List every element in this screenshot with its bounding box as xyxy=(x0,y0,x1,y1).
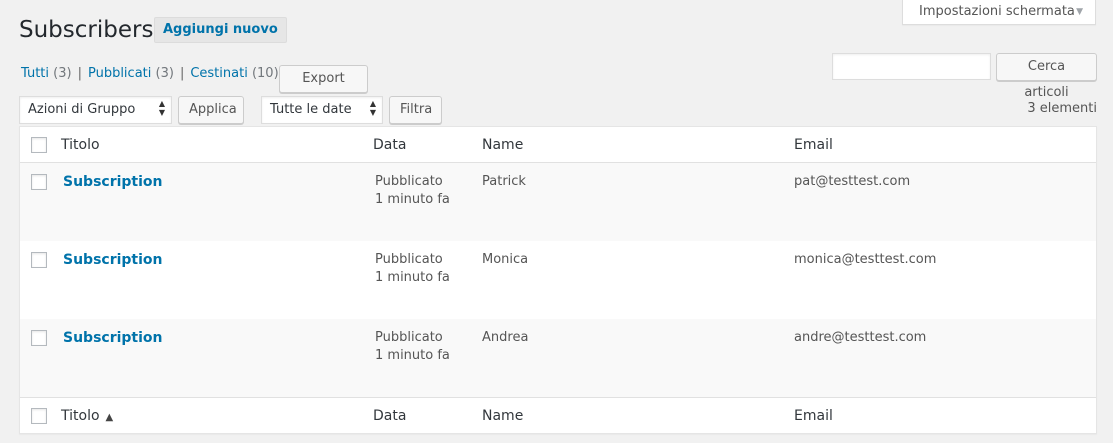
select-all-checkbox-footer[interactable] xyxy=(31,408,47,424)
row-name: Andrea xyxy=(482,330,529,345)
table-header: Titolo Data Name Email xyxy=(20,127,1096,163)
column-name-footer: Name xyxy=(482,408,524,424)
table-row: Subscription Pubblicato 1 minuto fa Patri… xyxy=(20,163,1096,241)
row-date: Pubblicato 1 minuto fa xyxy=(375,252,450,285)
row-title-link[interactable]: Subscription xyxy=(63,329,163,347)
column-title-sort[interactable]: Titolo xyxy=(61,136,100,154)
row-name: Monica xyxy=(482,252,529,267)
date-filter-value: Tutte le date xyxy=(270,102,352,117)
row-date: Pubblicato 1 minuto fa xyxy=(375,174,450,207)
items-count: 3 elementi xyxy=(1027,101,1097,116)
column-email-footer: Email xyxy=(794,408,833,424)
select-arrows-icon: ▲ ▼ xyxy=(158,99,165,117)
view-all-link[interactable]: Tutti (3) xyxy=(21,66,72,81)
column-name: Name xyxy=(482,137,524,153)
column-date-sort-footer[interactable]: Data xyxy=(373,407,406,425)
sort-ascending-icon: ▲ xyxy=(105,412,114,423)
column-date-sort[interactable]: Data xyxy=(373,136,406,154)
triangle-down-icon: ▼ xyxy=(1076,7,1083,17)
row-checkbox[interactable] xyxy=(31,252,47,268)
row-title-link[interactable]: Subscription xyxy=(63,251,163,269)
page-title: Subscribers xyxy=(19,17,154,43)
row-email: monica@testtest.com xyxy=(794,252,937,267)
column-title-sort-footer[interactable]: Titolo ▲ xyxy=(61,407,113,427)
column-email: Email xyxy=(794,137,833,153)
view-published-link[interactable]: Pubblicati (3) xyxy=(88,66,174,81)
select-all-checkbox[interactable] xyxy=(31,137,47,153)
select-arrows-icon: ▲ ▼ xyxy=(369,99,376,117)
apply-button[interactable]: Applica xyxy=(178,96,244,124)
search-input[interactable] xyxy=(832,53,991,80)
separator: | xyxy=(179,66,185,81)
table-row: Subscription Pubblicato 1 minuto fa Andre… xyxy=(20,319,1096,397)
status-views: Tutti (3)|Pubblicati (3)|Cestinati (10)| xyxy=(21,64,295,84)
export-csv-button[interactable]: Export CSV xyxy=(279,65,368,112)
filter-button[interactable]: Filtra xyxy=(389,96,442,124)
add-new-button[interactable]: Aggiungi nuovo xyxy=(154,17,287,43)
bulk-actions-value: Azioni di Gruppo xyxy=(28,102,136,117)
row-checkbox[interactable] xyxy=(31,330,47,346)
bulk-actions-select[interactable]: Azioni di Gruppo ▲ ▼ xyxy=(19,96,172,124)
subscribers-table: Titolo Data Name Email Subscription Pubb… xyxy=(19,126,1097,434)
row-checkbox[interactable] xyxy=(31,174,47,190)
row-title-link[interactable]: Subscription xyxy=(63,173,163,191)
table-footer: Titolo ▲ Data Name Email xyxy=(20,397,1096,433)
date-filter-select[interactable]: Tutte le date ▲ ▼ xyxy=(261,96,383,124)
screen-options-label: Impostazioni schermata xyxy=(919,4,1075,19)
screen-options-toggle[interactable]: Impostazioni schermata ▼ xyxy=(902,0,1096,25)
separator: | xyxy=(77,66,82,81)
row-email: andre@testtest.com xyxy=(794,330,927,345)
row-name: Patrick xyxy=(482,174,526,189)
row-date: Pubblicato 1 minuto fa xyxy=(375,330,450,363)
search-button[interactable]: Cerca articoli xyxy=(996,53,1097,100)
table-row: Subscription Pubblicato 1 minuto fa Monic… xyxy=(20,241,1096,319)
view-trash-link[interactable]: Cestinati (10) xyxy=(190,66,278,81)
row-email: pat@testtest.com xyxy=(794,174,911,189)
